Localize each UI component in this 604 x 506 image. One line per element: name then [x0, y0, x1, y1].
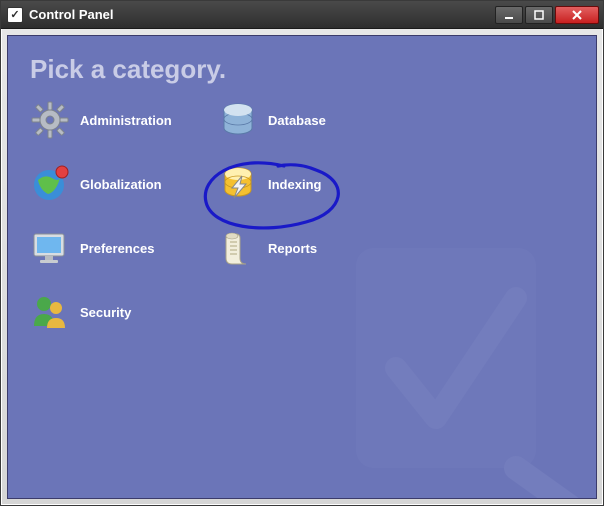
close-icon — [571, 10, 583, 20]
category-label: Preferences — [80, 241, 154, 256]
category-indexing[interactable]: Indexing — [218, 164, 321, 204]
client-area: Pick a category. — [7, 35, 597, 499]
indexing-icon — [218, 164, 258, 204]
users-icon — [30, 292, 70, 332]
category-label: Administration — [80, 113, 172, 128]
maximize-button[interactable] — [525, 6, 553, 24]
window-controls — [493, 6, 599, 24]
app-window: ✓ Control Panel Pick a category. — [0, 0, 604, 506]
category-database[interactable]: Database — [218, 100, 326, 140]
category-security[interactable]: Security — [30, 292, 131, 332]
window-title: Control Panel — [29, 7, 114, 22]
category-label: Indexing — [268, 177, 321, 192]
category-globalization[interactable]: Globalization — [30, 164, 162, 204]
minimize-button[interactable] — [495, 6, 523, 24]
maximize-icon — [534, 10, 544, 20]
globe-icon — [30, 164, 70, 204]
category-label: Globalization — [80, 177, 162, 192]
category-administration[interactable]: Administration — [30, 100, 172, 140]
watermark-graphic — [316, 218, 597, 499]
monitor-icon — [30, 228, 70, 268]
category-preferences[interactable]: Preferences — [30, 228, 154, 268]
titlebar[interactable]: ✓ Control Panel — [1, 1, 603, 29]
scroll-icon — [218, 228, 258, 268]
category-label: Reports — [268, 241, 317, 256]
page-title: Pick a category. — [8, 36, 596, 99]
database-icon — [218, 100, 258, 140]
category-reports[interactable]: Reports — [218, 228, 317, 268]
minimize-icon — [504, 10, 514, 20]
category-label: Security — [80, 305, 131, 320]
close-button[interactable] — [555, 6, 599, 24]
category-label: Database — [268, 113, 326, 128]
app-icon: ✓ — [7, 7, 23, 23]
gear-icon — [30, 100, 70, 140]
